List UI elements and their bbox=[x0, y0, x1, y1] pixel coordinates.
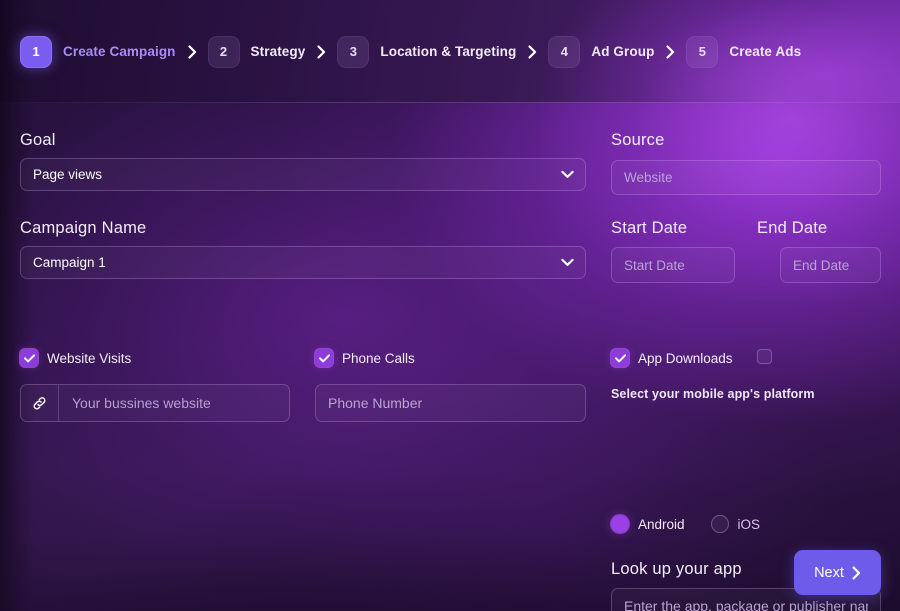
chevron-right-icon bbox=[187, 44, 197, 59]
lookup-app-label: Look up your app bbox=[611, 560, 742, 578]
step-number-badge: 1 bbox=[20, 35, 52, 68]
step-label: Create Ads bbox=[729, 44, 802, 59]
check-icon[interactable] bbox=[20, 349, 38, 367]
end-date-input[interactable]: End Date bbox=[780, 247, 881, 283]
link-icon bbox=[21, 385, 59, 421]
chevron-right-icon bbox=[528, 44, 537, 59]
step-number-badge: 4 bbox=[548, 35, 581, 68]
end-date-label: End Date bbox=[757, 219, 828, 237]
campaign-name-value: Campaign 1 bbox=[33, 255, 106, 270]
step-label: Create Campaign bbox=[63, 44, 176, 59]
platform-option-android[interactable]: Android bbox=[611, 515, 685, 533]
check-icon[interactable] bbox=[611, 349, 629, 367]
app-downloads-label: App Downloads bbox=[638, 350, 733, 366]
campaign-wizard-page: 1 Create Campaign 2 Strategy 3 Location … bbox=[0, 0, 900, 611]
chevron-down-icon[interactable] bbox=[561, 168, 574, 181]
step-create-campaign[interactable]: 1 Create Campaign bbox=[20, 35, 176, 68]
step-number-badge: 5 bbox=[686, 35, 719, 68]
platform-option-ios[interactable]: iOS bbox=[710, 515, 761, 533]
step-label: Ad Group bbox=[591, 44, 655, 59]
platform-ios-label: iOS bbox=[737, 516, 761, 532]
start-date-label: Start Date bbox=[611, 219, 688, 237]
source-label: Source bbox=[611, 131, 665, 149]
source-input[interactable]: Website bbox=[611, 160, 881, 195]
chevron-right-icon bbox=[317, 44, 326, 59]
step-location-targeting[interactable]: 3 Location & Targeting bbox=[337, 35, 517, 68]
platform-radio-group: Android iOS bbox=[611, 515, 760, 533]
step-label: Strategy bbox=[250, 44, 306, 59]
chevron-right-icon bbox=[666, 44, 675, 59]
check-icon[interactable] bbox=[315, 349, 333, 367]
campaign-name-label: Campaign Name bbox=[20, 219, 147, 237]
step-number-badge: 2 bbox=[207, 35, 240, 68]
step-label: Location & Targeting bbox=[380, 44, 517, 59]
website-url-placeholder: Your bussines website bbox=[72, 395, 211, 411]
website-url-input[interactable]: Your bussines website bbox=[20, 384, 290, 422]
next-button-label: Next bbox=[814, 564, 844, 581]
chevron-down-icon[interactable] bbox=[561, 256, 574, 269]
phone-number-input[interactable]: Phone Number bbox=[315, 384, 586, 422]
app-downloads-checkbox-row[interactable]: App Downloads bbox=[611, 349, 733, 367]
next-button[interactable]: Next bbox=[794, 550, 881, 595]
step-create-ads[interactable]: 5 Create Ads bbox=[686, 35, 802, 68]
goal-select[interactable]: Page views bbox=[20, 158, 586, 191]
lookup-app-placeholder: Enter the app, package or publisher nam bbox=[624, 597, 868, 611]
phone-calls-label: Phone Calls bbox=[342, 350, 415, 366]
chevron-right-icon bbox=[852, 566, 861, 580]
website-visits-checkbox-row[interactable]: Website Visits bbox=[20, 349, 131, 367]
platform-hint-text: Select your mobile app's platform bbox=[611, 387, 815, 401]
radio-unselected-icon[interactable] bbox=[710, 515, 729, 533]
step-strategy[interactable]: 2 Strategy bbox=[207, 35, 306, 68]
source-placeholder: Website bbox=[624, 170, 673, 185]
campaign-form: Goal Page views Campaign Name Campaign 1… bbox=[0, 103, 900, 611]
end-date-placeholder: End Date bbox=[793, 257, 850, 273]
goal-label: Goal bbox=[20, 131, 56, 149]
step-ad-group[interactable]: 4 Ad Group bbox=[548, 35, 655, 68]
radio-selected-icon[interactable] bbox=[611, 515, 629, 533]
phone-number-placeholder: Phone Number bbox=[328, 395, 423, 411]
start-date-placeholder: Start Date bbox=[624, 257, 685, 273]
website-visits-label: Website Visits bbox=[47, 350, 132, 366]
phone-calls-checkbox-row[interactable]: Phone Calls bbox=[315, 349, 415, 367]
end-date-checkbox[interactable] bbox=[757, 349, 772, 364]
platform-android-label: Android bbox=[638, 516, 685, 532]
campaign-name-select[interactable]: Campaign 1 bbox=[20, 246, 586, 279]
start-date-input[interactable]: Start Date bbox=[611, 247, 735, 283]
goal-value: Page views bbox=[33, 167, 103, 182]
step-number-badge: 3 bbox=[337, 35, 370, 68]
wizard-stepper: 1 Create Campaign 2 Strategy 3 Location … bbox=[0, 0, 900, 103]
